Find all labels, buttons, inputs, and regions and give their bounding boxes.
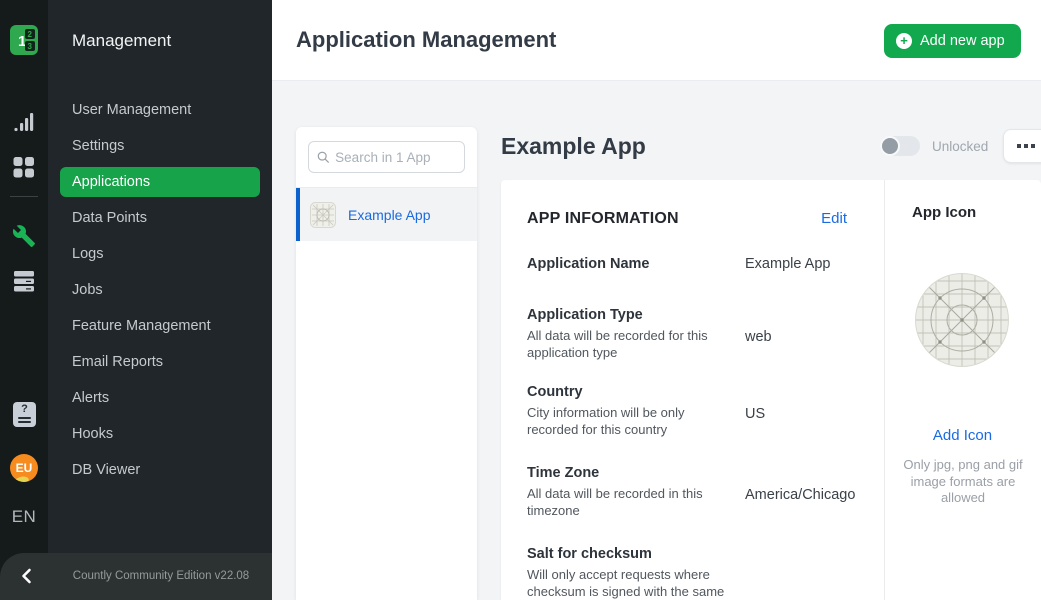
page-header: Application Management + Add new app <box>272 0 1041 81</box>
section-title: APP INFORMATION <box>527 210 679 228</box>
more-options-button[interactable] <box>1003 129 1041 163</box>
app-list-item-example-app[interactable]: Example App <box>296 188 477 241</box>
sidebar-title: Management <box>72 31 171 51</box>
management-wrench-icon[interactable] <box>12 224 36 248</box>
sidebar-item-hooks[interactable]: Hooks <box>60 419 260 449</box>
server-stack-icon[interactable] <box>14 271 34 292</box>
app-placeholder-icon <box>310 202 336 228</box>
field-label: Application Name <box>527 255 727 274</box>
edit-link[interactable]: Edit <box>821 210 847 227</box>
field-description: All data will be recorded in this timezo… <box>527 486 727 519</box>
help-guide-icon[interactable]: ? <box>13 402 36 427</box>
field-label: Country <box>527 383 727 402</box>
field-application-type: Application Type All data will be record… <box>527 306 847 361</box>
dashboard-grid-icon[interactable] <box>14 157 35 178</box>
field-value: Example App <box>745 255 830 274</box>
app-search-box[interactable] <box>308 141 465 173</box>
field-salt-for-checksum: Salt for checksum Will only accept reque… <box>527 545 847 600</box>
sidebar-item-jobs[interactable]: Jobs <box>60 275 260 305</box>
content-area: Example App Example App Unlocked APP INF… <box>272 81 1041 600</box>
field-value: America/Chicago <box>745 464 855 519</box>
lock-toggle[interactable] <box>880 136 920 156</box>
field-label: Time Zone <box>527 464 727 483</box>
sidebar-item-applications[interactable]: Applications <box>60 167 260 197</box>
version-label: Countly Community Edition v22.08 <box>56 553 266 600</box>
sidebar-item-alerts[interactable]: Alerts <box>60 383 260 413</box>
language-selector[interactable]: EN <box>0 507 48 527</box>
sidebar-item-db-viewer[interactable]: DB Viewer <box>60 455 260 485</box>
app-search-input[interactable] <box>335 150 456 165</box>
svg-text:2: 2 <box>28 30 33 39</box>
application-management-screen: 1 2 3 <box>0 0 1041 600</box>
app-icon-placeholder <box>915 273 1009 367</box>
sidebar-item-logs[interactable]: Logs <box>60 239 260 269</box>
sidebar-item-user-management[interactable]: User Management <box>60 95 260 125</box>
add-new-app-label: Add new app <box>920 33 1005 49</box>
search-icon <box>317 150 329 164</box>
sidebar-divider <box>10 196 38 197</box>
app-icon-title: App Icon <box>912 204 976 221</box>
icon-sidebar: 1 2 3 <box>0 0 48 600</box>
app-detail-card: APP INFORMATION Edit Application Name Ex… <box>501 180 1041 600</box>
field-value: web <box>745 306 772 361</box>
management-sidebar: Management User Management Settings Appl… <box>48 0 272 600</box>
collapse-sidebar-icon[interactable] <box>17 566 37 586</box>
app-list-item-label: Example App <box>348 207 431 223</box>
avatar-initials: EU <box>16 461 33 475</box>
lock-state-label: Unlocked <box>932 139 988 154</box>
field-label: Salt for checksum <box>527 545 727 564</box>
field-country: Country City information will be only re… <box>527 383 847 438</box>
field-description: City information will be only recorded f… <box>527 405 727 438</box>
sidebar-item-data-points[interactable]: Data Points <box>60 203 260 233</box>
icon-format-note: Only jpg, png and gif image formats are … <box>898 457 1028 507</box>
field-description: All data will be recorded for this appli… <box>527 328 727 361</box>
field-label: Application Type <box>527 306 727 325</box>
svg-text:3: 3 <box>28 42 33 51</box>
add-icon-link[interactable]: Add Icon <box>884 427 1041 444</box>
sidebar-item-feature-management[interactable]: Feature Management <box>60 311 260 341</box>
user-avatar[interactable]: EU <box>10 454 38 482</box>
add-new-app-button[interactable]: + Add new app <box>884 24 1021 58</box>
app-detail-title: Example App <box>501 133 646 160</box>
field-value: US <box>745 383 765 438</box>
app-information-section: APP INFORMATION Edit Application Name Ex… <box>501 180 884 600</box>
field-time-zone: Time Zone All data will be recorded in t… <box>527 464 847 519</box>
sidebar-footer: Countly Community Edition v22.08 <box>0 553 272 600</box>
app-list-panel: Example App <box>296 127 477 600</box>
app-icon-panel: App Icon <box>884 180 1041 600</box>
analytics-bars-icon[interactable] <box>14 113 34 132</box>
field-application-name: Application Name Example App <box>527 255 847 274</box>
countly-logo-icon[interactable]: 1 2 3 <box>10 25 38 55</box>
field-description: Will only accept requests where checksum… <box>527 567 727 600</box>
plus-icon: + <box>896 33 912 49</box>
sidebar-item-settings[interactable]: Settings <box>60 131 260 161</box>
sidebar-item-email-reports[interactable]: Email Reports <box>60 347 260 377</box>
toggle-knob <box>880 136 900 156</box>
page-title: Application Management <box>296 27 556 53</box>
selected-indicator <box>296 188 300 241</box>
